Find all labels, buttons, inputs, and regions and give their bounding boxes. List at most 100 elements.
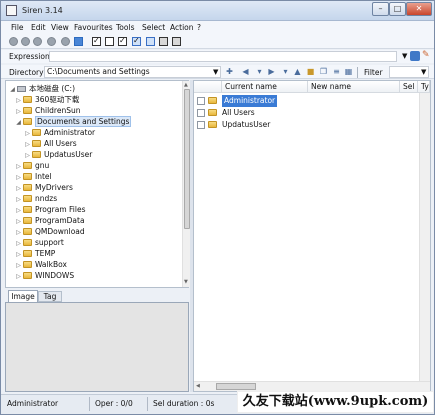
- tree-item[interactable]: ▷ All Users: [23, 138, 77, 149]
- scroll-left-icon[interactable]: ◀: [196, 383, 200, 389]
- folder-icon: [23, 118, 32, 125]
- app-window: Siren 3.14 – □ ✕ File Edit View Favourit…: [0, 0, 435, 415]
- rename-icon[interactable]: [9, 37, 18, 46]
- tree-item[interactable]: ▷ MyDrivers: [14, 182, 73, 193]
- collapse-icon[interactable]: ◢: [14, 117, 23, 128]
- select-files-icon[interactable]: [132, 36, 141, 46]
- monitor-icon[interactable]: [74, 37, 83, 46]
- open-folder-icon[interactable]: ■: [306, 68, 315, 77]
- filter-label: Filter: [364, 68, 383, 77]
- tree-item[interactable]: ▷ 360驱动下载: [14, 94, 79, 105]
- up-folder-icon[interactable]: ▲: [293, 68, 302, 77]
- refresh-icon[interactable]: [47, 37, 56, 46]
- invert-selection-icon[interactable]: [118, 36, 127, 46]
- tree-item[interactable]: ▷ WalkBox: [14, 259, 67, 270]
- tree-item[interactable]: ▷ gnu: [14, 160, 49, 171]
- drive-icon: [17, 86, 26, 92]
- tree-item[interactable]: ▷ support: [14, 237, 64, 248]
- scroll-up-icon[interactable]: ▲: [184, 82, 188, 88]
- select-all-icon[interactable]: [92, 36, 101, 46]
- chevron-down-icon[interactable]: ▼: [421, 68, 426, 76]
- folder-icon: [23, 250, 32, 257]
- menu-select[interactable]: Select: [142, 23, 165, 32]
- select-none-icon[interactable]: [105, 37, 114, 46]
- list-row[interactable]: Administrator Dir: [194, 95, 430, 107]
- list-horizontal-scrollbar[interactable]: ◀: [194, 381, 430, 391]
- tree-item-selected[interactable]: ◢ Documents and Settings: [14, 116, 132, 128]
- tree-scrollbar[interactable]: ▲ ▼: [182, 81, 190, 287]
- folder-icon: [32, 151, 41, 158]
- file-list[interactable]: Current name New name Sel Typ Administra…: [193, 80, 431, 392]
- directory-input[interactable]: C:\Documents and Settings: [44, 66, 221, 78]
- folder-icon: [23, 96, 32, 103]
- clear-expression-icon[interactable]: ✎: [422, 50, 430, 60]
- tree-item[interactable]: ▷ TEMP: [14, 248, 55, 259]
- directory-bar: Directory C:\Documents and Settings ▼ ✚ …: [1, 65, 434, 79]
- row-checkbox[interactable]: [197, 97, 205, 105]
- info-icon[interactable]: [172, 37, 181, 46]
- back-icon[interactable]: ◀: [241, 68, 250, 77]
- expand-icon[interactable]: ▷: [14, 271, 23, 282]
- forward-icon[interactable]: ▶: [267, 68, 276, 77]
- chevron-down-icon[interactable]: ▾: [281, 68, 290, 77]
- list-row[interactable]: All Users Dir: [194, 107, 430, 119]
- folder-icon: [23, 272, 32, 279]
- chevron-down-icon[interactable]: ▼: [213, 68, 218, 76]
- tree-item[interactable]: ▷ Program Files: [14, 204, 85, 215]
- settings-icon[interactable]: [159, 37, 168, 46]
- column-header-sel[interactable]: Sel: [400, 81, 418, 93]
- tree-item[interactable]: ▷ Administrator: [23, 127, 95, 138]
- sort-icon[interactable]: ≡: [332, 68, 341, 77]
- copy-icon[interactable]: ❐: [319, 68, 328, 77]
- tree-item[interactable]: ▷ QMDownload: [14, 226, 84, 237]
- list-vertical-scrollbar[interactable]: [419, 93, 430, 381]
- menu-bar: File Edit View Favourites Tools Select A…: [1, 21, 434, 34]
- tab-tag[interactable]: Tag: [38, 291, 62, 302]
- column-header-check[interactable]: [194, 81, 222, 93]
- app-icon: [6, 5, 17, 16]
- tree-item[interactable]: ▷ ProgramData: [14, 215, 84, 226]
- view-icon[interactable]: ▦: [344, 68, 353, 77]
- list-row[interactable]: UpdatusUser Dir: [194, 119, 430, 131]
- stop-icon[interactable]: [33, 37, 42, 46]
- chevron-down-icon[interactable]: ▾: [255, 68, 264, 77]
- folder-tree[interactable]: ◢ 本地磁盘 (C:) ▷ 360驱动下载 ▷ ChildrenSun ◢ Docume…: [5, 80, 190, 288]
- menu-action[interactable]: Action: [170, 23, 194, 32]
- menu-tools[interactable]: Tools: [116, 23, 134, 32]
- preview-panel: Image Tag: [5, 290, 189, 392]
- tree-item[interactable]: ▷ Intel: [14, 171, 51, 182]
- menu-view[interactable]: View: [51, 23, 69, 32]
- close-button[interactable]: ✕: [406, 2, 432, 16]
- menu-file[interactable]: File: [11, 23, 24, 32]
- reload-icon[interactable]: [61, 37, 70, 46]
- menu-edit[interactable]: Edit: [31, 23, 46, 32]
- scroll-down-icon[interactable]: ▼: [184, 279, 188, 285]
- undo-icon[interactable]: [21, 37, 30, 46]
- expression-input[interactable]: [49, 51, 397, 62]
- column-header-new-name[interactable]: New name: [308, 81, 400, 93]
- minimize-button[interactable]: –: [372, 2, 389, 16]
- chevron-down-icon[interactable]: ▼: [402, 52, 407, 60]
- folder-icon: [32, 140, 41, 147]
- scroll-thumb[interactable]: [216, 383, 256, 390]
- column-header-type[interactable]: Typ: [418, 81, 430, 93]
- tree-item[interactable]: ▷ ChildrenSun: [14, 105, 80, 116]
- add-favourite-icon[interactable]: ✚: [225, 68, 234, 77]
- row-checkbox[interactable]: [197, 121, 205, 129]
- tree-item[interactable]: ▷ UpdatusUser: [23, 149, 92, 160]
- maximize-button[interactable]: □: [389, 2, 406, 16]
- folder-icon: [208, 121, 217, 128]
- directory-label: Directory: [9, 68, 44, 77]
- column-header-current-name[interactable]: Current name: [222, 81, 308, 93]
- tree-item[interactable]: ▷ nndzs: [14, 193, 57, 204]
- window-title: Siren 3.14: [22, 6, 63, 15]
- tree-item-drive-c[interactable]: ◢ 本地磁盘 (C:): [8, 83, 75, 94]
- tab-image[interactable]: Image: [8, 290, 38, 302]
- toolbar: [1, 34, 434, 49]
- select-folders-icon[interactable]: [146, 37, 155, 46]
- row-checkbox[interactable]: [197, 109, 205, 117]
- menu-favourites[interactable]: Favourites: [74, 23, 113, 32]
- menu-help[interactable]: ?: [197, 23, 201, 32]
- apply-expression-icon[interactable]: [410, 51, 420, 61]
- tree-item[interactable]: ▷ WINDOWS: [14, 270, 74, 281]
